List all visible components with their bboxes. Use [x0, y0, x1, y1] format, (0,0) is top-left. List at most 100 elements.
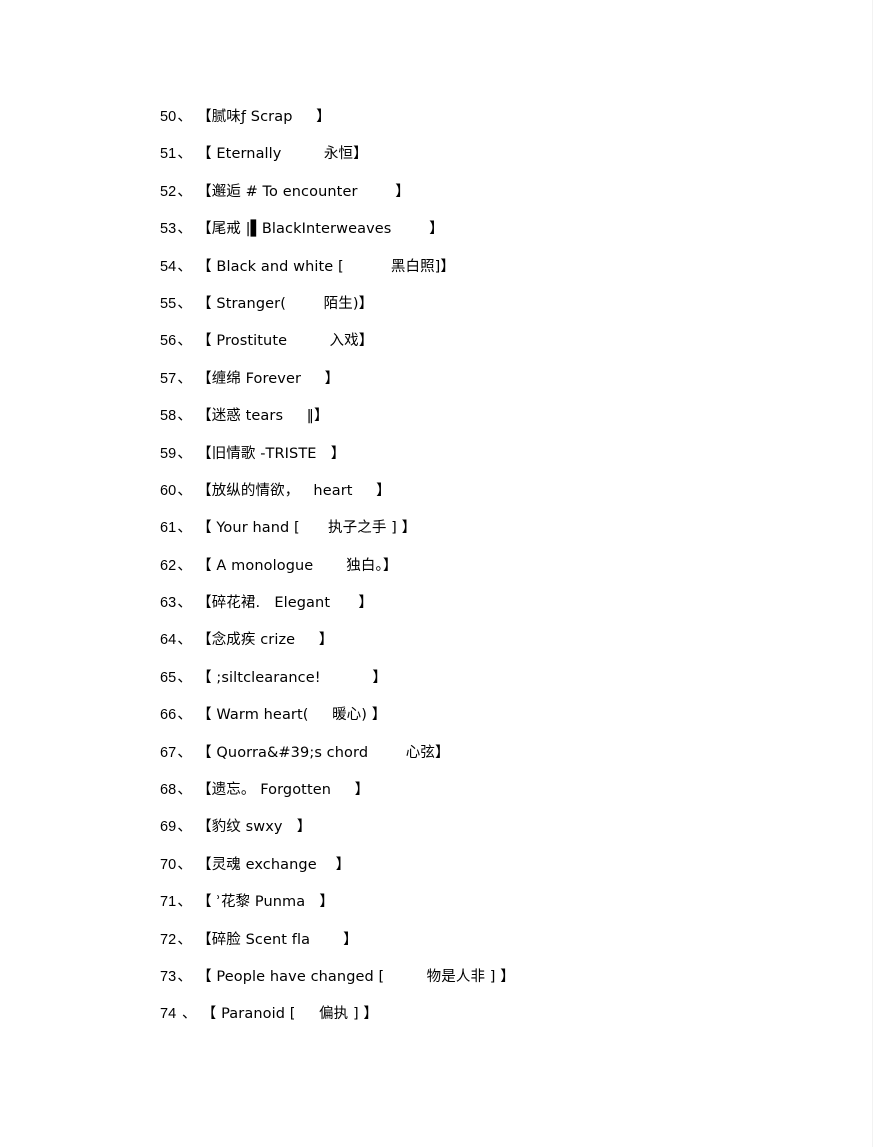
- list-item-number: 71: [160, 894, 177, 911]
- list-item: 62、 【 A monologue 独白。】: [160, 553, 760, 590]
- list-item: 72、 【碎脸 Scent fla 】: [160, 927, 760, 964]
- list-item-separator: 、: [177, 445, 192, 462]
- list-item: 60、 【放纵的情欲， heart 】: [160, 478, 760, 515]
- list-item: 57、 【缠绵 Forever 】: [160, 366, 760, 403]
- list-item-separator: 、: [177, 632, 192, 649]
- list-item: 68、 【遗忘。 Forgotten 】: [160, 777, 760, 814]
- list-item-text: 【遗忘。 Forgotten 】: [197, 782, 370, 799]
- list-item-text: 【念成疾 crize 】: [197, 632, 334, 649]
- list-item-text: 【 ʾ花黎 Punma 】: [197, 894, 334, 911]
- list-item: 58、 【迷惑 tears ‖】: [160, 403, 760, 440]
- list-item-text: 【碎花裙. Elegant 】: [197, 595, 373, 612]
- list-item-number: 67: [160, 744, 177, 761]
- list-item: 54、 【 Black and white [ 黑白照]】: [160, 254, 760, 291]
- list-item-text: 【 Your hand [ 执子之手 ] 】: [197, 520, 417, 537]
- list-item-separator: 、: [177, 669, 192, 686]
- list-item-text: 【腻味ƒ Scrap 】: [197, 109, 331, 125]
- list-item-number: 50: [160, 109, 177, 125]
- list-item-text: 【迷惑 tears ‖】: [197, 408, 329, 425]
- list-item-separator: 、: [177, 370, 192, 387]
- list-item-separator: 、: [177, 146, 192, 163]
- list-item-separator: 、: [177, 744, 192, 761]
- list-item-text: 【 People have changed [ 物是人非 ] 】: [197, 968, 515, 985]
- list-item-separator: 、: [177, 968, 192, 985]
- list-item-number: 60: [160, 482, 177, 499]
- list-item-number: 61: [160, 520, 177, 537]
- list-item: 50、 【腻味ƒ Scrap 】: [160, 104, 760, 141]
- list-item-number: 65: [160, 669, 177, 686]
- list-item: 53、 【尾戒 |▌BlackInterweaves 】: [160, 216, 760, 253]
- list-item-number: 57: [160, 370, 177, 387]
- list-item-text: 【尾戒 |▌BlackInterweaves 】: [197, 221, 444, 238]
- list-item: 67、 【 Quorra&#39;s chord 心弦】: [160, 740, 760, 777]
- list-item: 65、 【 ;siltclearance! 】: [160, 665, 760, 702]
- list-item: 70、 【灵魂 exchange 】: [160, 852, 760, 889]
- list-item-separator: 、: [177, 1006, 197, 1023]
- nickname-list: 50、 【腻味ƒ Scrap 】 51、 【 Eternally 永恒】 52、 【…: [160, 104, 760, 1039]
- list-item-number: 62: [160, 557, 177, 574]
- list-item-separator: 、: [177, 295, 192, 312]
- list-item-number: 72: [160, 931, 177, 948]
- list-item-text: 【碎脸 Scent fla 】: [197, 931, 358, 948]
- list-item-number: 52: [160, 183, 177, 200]
- list-item-text: 【旧情歌 -TRISTE 】: [197, 445, 346, 462]
- list-item-number: 54: [160, 258, 177, 275]
- list-item-number: 64: [160, 632, 177, 649]
- list-item-text: 【 Black and white [ 黑白照]】: [197, 258, 456, 275]
- list-item: 69、 【豹纹 swxy 】: [160, 814, 760, 851]
- list-item-number: 73: [160, 968, 177, 985]
- list-item-text: 【 Quorra&#39;s chord 心弦】: [197, 744, 450, 761]
- list-item-separator: 、: [177, 520, 192, 537]
- list-item-number: 70: [160, 856, 177, 873]
- list-item-text: 【灵魂 exchange 】: [197, 856, 351, 873]
- list-item-separator: 、: [177, 931, 192, 948]
- list-item: 74 、 【 Paranoid [ 偏执 ] 】: [160, 1001, 760, 1038]
- list-item: 64、 【念成疾 crize 】: [160, 627, 760, 664]
- list-item-text: 【 Warm heart( 暖心) 】: [197, 707, 387, 724]
- list-item-number: 53: [160, 221, 177, 238]
- list-item-text: 【 Prostitute 入戏】: [197, 333, 374, 350]
- list-item: 63、 【碎花裙. Elegant 】: [160, 590, 760, 627]
- list-item-separator: 、: [177, 333, 192, 350]
- list-item: 73、 【 People have changed [ 物是人非 ] 】: [160, 964, 760, 1001]
- list-item-text: 【邂逅 # To encounter 】: [197, 183, 410, 200]
- list-item: 56、 【 Prostitute 入戏】: [160, 328, 760, 365]
- list-item-separator: 、: [177, 595, 192, 612]
- list-item-number: 59: [160, 445, 177, 462]
- list-item-separator: 、: [177, 707, 192, 724]
- list-item-separator: 、: [177, 221, 192, 238]
- list-item-separator: 、: [177, 109, 192, 125]
- list-item-separator: 、: [177, 819, 192, 836]
- document-page: 50、 【腻味ƒ Scrap 】 51、 【 Eternally 永恒】 52、 【…: [0, 0, 886, 1147]
- list-item-number: 63: [160, 595, 177, 612]
- list-item-text: 【 Paranoid [ 偏执 ] 】: [201, 1006, 379, 1023]
- list-item-number: 69: [160, 819, 177, 836]
- list-item-separator: 、: [177, 258, 192, 275]
- list-item-separator: 、: [177, 782, 192, 799]
- list-item: 55、 【 Stranger( 陌生)】: [160, 291, 760, 328]
- list-item-text: 【 ;siltclearance! 】: [197, 669, 388, 686]
- list-item: 71、 【 ʾ花黎 Punma 】: [160, 889, 760, 926]
- list-item: 52、 【邂逅 # To encounter 】: [160, 179, 760, 216]
- list-item-text: 【豹纹 swxy 】: [197, 819, 312, 836]
- list-item-number: 51: [160, 146, 177, 163]
- list-item-separator: 、: [177, 408, 192, 425]
- list-item-separator: 、: [177, 894, 192, 911]
- list-item: 51、 【 Eternally 永恒】: [160, 141, 760, 178]
- list-item-separator: 、: [177, 856, 192, 873]
- list-item-number: 56: [160, 333, 177, 350]
- list-item-number: 55: [160, 295, 177, 312]
- list-item-text: 【放纵的情欲， heart 】: [197, 482, 391, 499]
- list-item-separator: 、: [177, 482, 192, 499]
- list-item-text: 【 Stranger( 陌生)】: [197, 295, 374, 312]
- list-item-separator: 、: [177, 183, 192, 200]
- list-item: 66、 【 Warm heart( 暖心) 】: [160, 702, 760, 739]
- list-item-separator: 、: [177, 557, 192, 574]
- list-item: 59、 【旧情歌 -TRISTE 】: [160, 441, 760, 478]
- list-item-number: 74: [160, 1006, 177, 1023]
- page-frame-rule: [872, 0, 873, 1147]
- list-item-number: 68: [160, 782, 177, 799]
- list-item-text: 【缠绵 Forever 】: [197, 370, 340, 387]
- list-item-text: 【 Eternally 永恒】: [197, 146, 368, 163]
- list-item-text: 【 A monologue 独白。】: [197, 557, 398, 574]
